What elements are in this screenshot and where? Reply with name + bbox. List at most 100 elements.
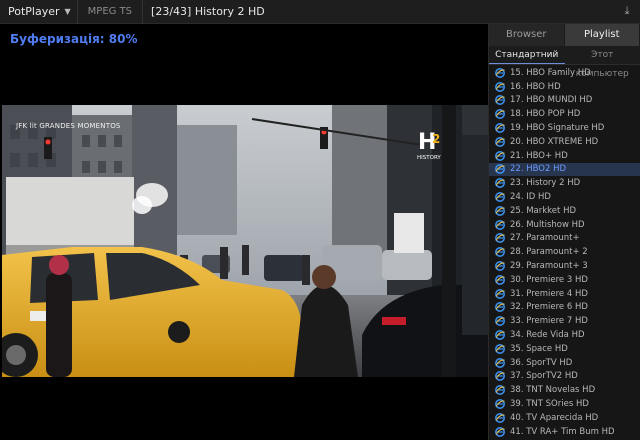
- playlist-item[interactable]: 17. HBO MUNDI HD: [489, 94, 640, 108]
- stream-icon: [495, 150, 505, 161]
- playlist-item[interactable]: 36. SporTV HD: [489, 356, 640, 370]
- playlist-item-label: 37. SporTV2 HD: [510, 371, 578, 382]
- playlist-item[interactable]: 37. SporTV2 HD: [489, 370, 640, 384]
- format-label: MPEG TS: [78, 0, 144, 24]
- stream-icon: [495, 233, 505, 244]
- video-frame[interactable]: JFK lit GRANDES MOMENTOS H 2 HISTORY: [2, 105, 488, 377]
- stream-icon: [495, 192, 505, 203]
- stream-icon: [495, 288, 505, 299]
- playlist-item-label: 41. TV RA+ Tim Bum HD: [510, 426, 615, 437]
- stream-icon: [495, 412, 505, 423]
- tab-browser[interactable]: Browser: [489, 24, 565, 46]
- playlist-item-label: 18. HBO POP HD: [510, 109, 581, 120]
- video-ticker-text: JFK lit GRANDES MOMENTOS: [16, 122, 121, 130]
- playlist-item-label: 24. ID HD: [510, 192, 551, 203]
- stream-icon: [495, 330, 505, 341]
- playlist-item-label: 27. Paramount+: [510, 233, 580, 244]
- app-name: PotPlayer: [8, 5, 60, 18]
- app-menu-button[interactable]: PotPlayer ▼: [0, 0, 78, 24]
- playlist-item-label: 19. HBO Signature HD: [510, 123, 605, 134]
- playlist-item[interactable]: 33. Premiere 7 HD: [489, 314, 640, 328]
- playlist-item[interactable]: 32. Premiere 6 HD: [489, 301, 640, 315]
- panel-tabs: Browser Playlist: [489, 24, 640, 46]
- stream-icon: [495, 219, 505, 230]
- playlist-item-label: 34. Rede Vida HD: [510, 330, 585, 341]
- stream-icon: [495, 123, 505, 134]
- playlist-item[interactable]: 19. HBO Signature HD: [489, 121, 640, 135]
- playlist-subtabs: Стандартний Этот компьютер: [489, 46, 640, 79]
- playlist-item[interactable]: 39. TNT SOries HD: [489, 397, 640, 411]
- playlist-item-label: 23. History 2 HD: [510, 178, 581, 189]
- playlist-item-label: 33. Premiere 7 HD: [510, 316, 588, 327]
- stream-icon: [495, 302, 505, 313]
- playlist-item[interactable]: 21. HBO+ HD: [489, 149, 640, 163]
- chevron-down-icon: ▼: [64, 7, 71, 16]
- stream-icon: [495, 95, 505, 106]
- playlist-item-label: 29. Paramount+ 3: [510, 261, 588, 272]
- playlist-item[interactable]: 41. TV RA+ Tim Bum HD: [489, 425, 640, 439]
- stream-icon: [495, 205, 505, 216]
- playlist-item[interactable]: 29. Paramount+ 3: [489, 259, 640, 273]
- stream-icon: [495, 316, 505, 327]
- playlist-item-label: 36. SporTV HD: [510, 357, 573, 368]
- playlist-item-label: 31. Premiere 4 HD: [510, 288, 588, 299]
- stream-icon: [495, 81, 505, 92]
- stream-icon: [495, 343, 505, 354]
- playlist-item[interactable]: 30. Premiere 3 HD: [489, 273, 640, 287]
- stream-icon: [495, 399, 505, 410]
- stream-icon: [495, 261, 505, 272]
- stream-icon: [495, 136, 505, 147]
- svg-text:2: 2: [432, 132, 440, 146]
- playlist-item[interactable]: 31. Premiere 4 HD: [489, 287, 640, 301]
- stream-icon: [495, 357, 505, 368]
- playlist: 15. HBO Family HD 16. HBO HD 17. HBO MUNDI…: [489, 65, 640, 439]
- window-title: [23/43] History 2 HD: [151, 5, 265, 18]
- playlist-item[interactable]: 34. Rede Vida HD: [489, 328, 640, 342]
- playlist-item[interactable]: 27. Paramount+: [489, 232, 640, 246]
- playlist-item-label: 39. TNT SOries HD: [510, 399, 589, 410]
- playlist-item[interactable]: 25. Markket HD: [489, 204, 640, 218]
- playlist-item[interactable]: 26. Multishow HD: [489, 218, 640, 232]
- playlist-item-label: 22. HBO2 HD: [510, 164, 567, 175]
- playlist-item[interactable]: 24. ID HD: [489, 190, 640, 204]
- playlist-item-label: 17. HBO MUNDI HD: [510, 95, 593, 106]
- playlist-item-label: 26. Multishow HD: [510, 219, 585, 230]
- channel-logo-text: HISTORY: [417, 155, 441, 161]
- stream-icon: [495, 274, 505, 285]
- playlist-item[interactable]: 38. TNT Novelas HD: [489, 383, 640, 397]
- playlist-item-label: 32. Premiere 6 HD: [510, 302, 588, 313]
- playlist-item-label: 35. Space HD: [510, 343, 568, 354]
- tab-playlist[interactable]: Playlist: [564, 24, 640, 46]
- subtab-this-computer[interactable]: Этот компьютер: [565, 46, 640, 79]
- stream-icon: [495, 67, 505, 78]
- playlist-item-label: 25. Markket HD: [510, 205, 576, 216]
- video-area[interactable]: Буферизація: 80% JFK lit GRANDES MOMENTO…: [0, 24, 488, 440]
- buffering-status: Буферизація: 80%: [10, 32, 138, 46]
- stream-icon: [495, 371, 505, 382]
- playlist-item-label: 20. HBO XTREME HD: [510, 136, 599, 147]
- playlist-item-label: 16. HBO HD: [510, 81, 561, 92]
- side-panel: Browser Playlist Стандартний Этот компью…: [488, 24, 640, 440]
- playlist-item-label: 38. TNT Novelas HD: [510, 385, 596, 396]
- playlist-item[interactable]: 18. HBO POP HD: [489, 107, 640, 121]
- subtab-standard[interactable]: Стандартний: [489, 46, 565, 64]
- playlist-item[interactable]: 20. HBO XTREME HD: [489, 135, 640, 149]
- playlist-item[interactable]: 40. TV Aparecida HD: [489, 411, 640, 425]
- stream-icon: [495, 164, 505, 175]
- stream-icon: [495, 109, 505, 120]
- title-bar: PotPlayer ▼ MPEG TS [23/43] History 2 HD…: [0, 0, 640, 24]
- playlist-item[interactable]: 28. Paramount+ 2: [489, 245, 640, 259]
- playlist-item[interactable]: 22. HBO2 HD: [489, 162, 640, 177]
- pin-icon[interactable]: ⤓: [620, 4, 634, 18]
- playlist-item[interactable]: 35. Space HD: [489, 342, 640, 356]
- stream-icon: [495, 178, 505, 189]
- stream-icon: [495, 426, 505, 437]
- playlist-item-label: 28. Paramount+ 2: [510, 247, 588, 258]
- playlist-item[interactable]: 23. History 2 HD: [489, 176, 640, 190]
- history-channel-logo: H 2 HISTORY: [417, 130, 441, 161]
- playlist-item-label: 30. Premiere 3 HD: [510, 274, 588, 285]
- playlist-item-label: 15. HBO Family HD: [510, 67, 591, 78]
- playlist-item-label: 21. HBO+ HD: [510, 150, 568, 161]
- stream-icon: [495, 247, 505, 258]
- playlist-item-label: 40. TV Aparecida HD: [510, 412, 599, 423]
